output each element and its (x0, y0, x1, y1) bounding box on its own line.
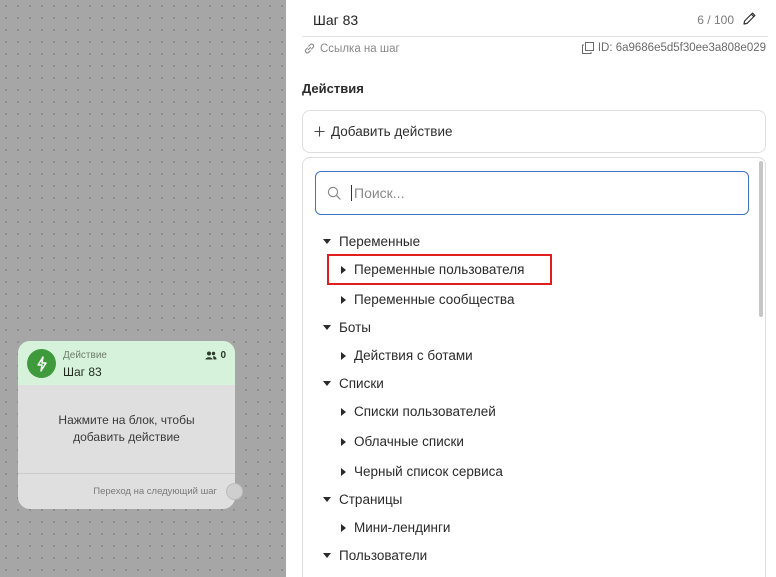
step-block-hint: Нажмите на блок, чтобы добавить действие (18, 385, 235, 474)
tree-group-pages[interactable]: Страницы (323, 492, 402, 507)
caret-right-icon (341, 437, 346, 446)
caret-right-icon (341, 407, 346, 416)
search-icon (327, 186, 341, 200)
lightning-icon (27, 349, 56, 378)
tree-item-label: Переменные сообщества (354, 292, 515, 307)
add-action-label: Добавить действие (331, 124, 453, 139)
step-block[interactable]: Действие Шаг 83 0 Нажмите на блок, чтобы… (18, 341, 235, 509)
caret-right-icon (341, 295, 346, 304)
title-char-count: 6 / 100 (697, 13, 734, 27)
caret-down-icon (323, 239, 331, 244)
caret-down-icon (323, 497, 331, 502)
tree-group-variables[interactable]: Переменные (323, 234, 420, 249)
caret-down-icon (323, 553, 331, 558)
copy-icon (581, 42, 594, 54)
step-link-label: Ссылка на шаг (320, 42, 400, 55)
next-step-port[interactable] (226, 483, 243, 500)
tree-item-cloud-lists[interactable]: Облачные списки (341, 434, 464, 449)
dropdown-scrollbar[interactable] (759, 161, 763, 317)
tree-item-label: Страницы (339, 492, 403, 507)
tree-item-label: Пользователи (339, 548, 428, 563)
tree-item-label: Списки пользователей (354, 404, 496, 419)
tree-item-user-lists[interactable]: Списки пользователей (341, 404, 496, 419)
step-block-users: 0 (205, 350, 226, 361)
pencil-icon[interactable] (742, 11, 757, 31)
search-input[interactable] (351, 185, 731, 201)
step-id-value: ID: 6a9686e5d5f30ee3a808e029 (597, 42, 766, 54)
tree-item-bot-actions[interactable]: Действия с ботами (341, 348, 473, 363)
tree-group-users[interactable]: Пользователи (323, 548, 427, 563)
step-block-title: Шаг 83 (63, 365, 102, 379)
highlight-box (327, 254, 552, 285)
tree-item-label: Облачные списки (354, 434, 464, 449)
caret-right-icon (341, 523, 346, 532)
add-action-button[interactable]: Добавить действие (302, 110, 766, 153)
step-settings-panel: Шаг 83 6 / 100 Ссылка на шаг ID: 6a9686e… (286, 0, 776, 577)
tree-item-label: Действия с ботами (354, 348, 473, 363)
step-title[interactable]: Шаг 83 (313, 12, 358, 28)
caret-right-icon (341, 467, 346, 476)
step-id[interactable]: ID: 6a9686e5d5f30ee3a808e029 (581, 42, 766, 54)
caret-down-icon (323, 381, 331, 386)
tree-item-label: Боты (339, 320, 371, 335)
tree-item-community-variables[interactable]: Переменные сообщества (341, 292, 514, 307)
link-icon (304, 43, 315, 54)
tree-item-mini-landings[interactable]: Мини-лендинги (341, 520, 450, 535)
title-underline (302, 36, 768, 37)
step-link[interactable]: Ссылка на шаг (303, 42, 400, 55)
step-block-type: Действие (63, 350, 107, 361)
caret-right-icon (341, 351, 346, 360)
users-count: 0 (220, 350, 226, 361)
actions-section-title: Действия (302, 81, 364, 96)
tree-item-label: Мини-лендинги (354, 520, 451, 535)
tree-item-service-blacklist[interactable]: Черный список сервиса (341, 464, 503, 479)
caret-down-icon (323, 325, 331, 330)
next-step-label: Переход на следующий шаг (93, 485, 217, 497)
action-dropdown: Переменные Переменные пользователя Перем… (302, 157, 766, 577)
tree-item-label: Черный список сервиса (354, 464, 503, 479)
tree-group-bots[interactable]: Боты (323, 320, 371, 335)
step-block-header: Действие Шаг 83 0 (18, 341, 235, 385)
users-icon (205, 351, 217, 360)
tree-item-label: Списки (339, 376, 384, 391)
tree-group-lists[interactable]: Списки (323, 376, 384, 391)
action-search[interactable] (315, 171, 749, 215)
plus-icon (314, 126, 325, 137)
tree-item-label: Переменные (339, 234, 421, 249)
